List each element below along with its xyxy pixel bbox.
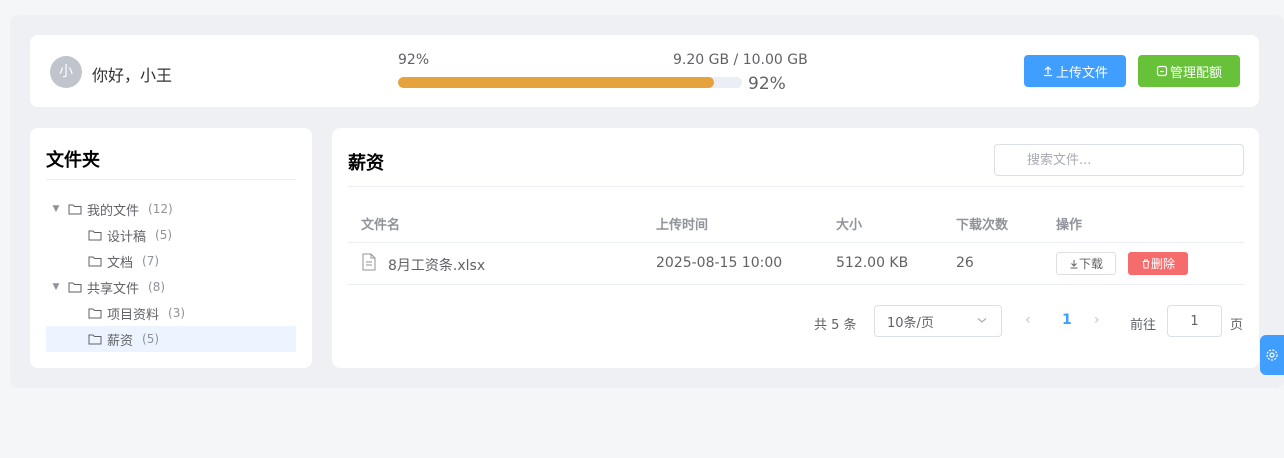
avatar[interactable]: 小 (50, 56, 82, 88)
tree-node-designs[interactable]: 设计稿 (5) (46, 222, 296, 248)
caret-down-icon[interactable]: ▼ (52, 282, 60, 292)
folder-icon (88, 256, 102, 267)
storage-size: 9.20 GB / 10.00 GB (673, 52, 808, 68)
page-number-current[interactable]: 1 (1062, 312, 1072, 328)
folder-icon (88, 230, 102, 241)
gear-icon (1266, 349, 1278, 361)
upload-icon (1043, 66, 1052, 77)
chevron-down-icon (977, 318, 987, 323)
file-uploaded-time: 2025-08-15 10:00 (656, 255, 783, 271)
search-input[interactable] (994, 144, 1244, 176)
header-card: 小 你好，小王 92% 9.20 GB / 10.00 GB 92% 上传文件 … (30, 35, 1259, 107)
file-list-panel: 薪资 文件名 上传时间 大小 下载次数 操作 8月工资条.xlsx 2025-0… (332, 128, 1259, 368)
quota-icon (1156, 65, 1168, 77)
pagination-total: 共 5 条 (814, 318, 857, 333)
column-header-name[interactable]: 文件名 (361, 214, 400, 233)
sidebar-divider (46, 179, 296, 180)
title-divider (348, 186, 1244, 187)
tree-node-shared-files[interactable]: ▼ 共享文件 (8) (46, 274, 296, 300)
folder-icon (88, 334, 102, 345)
prev-page-button[interactable]: ‹ (1025, 312, 1031, 328)
sidebar-title: 文件夹 (46, 150, 100, 171)
goto-label: 前往 (1130, 318, 1157, 333)
table-header-divider (348, 242, 1244, 243)
manage-quota-label: 管理配额 (1169, 65, 1222, 81)
upload-file-label: 上传文件 (1055, 65, 1108, 81)
file-name[interactable]: 8月工资条.xlsx (388, 255, 485, 275)
folder-sidebar: 文件夹 ▼ 我的文件 (12) 设计稿 (5) 文档 (7) ▼ 共享文件 (8… (30, 128, 312, 368)
tree-node-project-materials[interactable]: 项目资料 (3) (46, 300, 296, 326)
tree-node-label: 共享文件 (87, 281, 140, 297)
tree-node-label: 薪资 (107, 333, 134, 349)
tree-node-label: 我的文件 (87, 203, 140, 219)
upload-file-button[interactable]: 上传文件 (1024, 55, 1126, 87)
folder-icon (68, 282, 82, 293)
tree-node-count: (12) (148, 202, 173, 216)
download-button[interactable]: 下载 (1056, 252, 1116, 275)
tree-node-label: 文档 (107, 255, 134, 271)
tree-node-count: (5) (155, 228, 173, 242)
tree-node-label: 项目资料 (107, 307, 160, 323)
greeting-text: 你好，小王 (92, 66, 173, 85)
tree-node-documents[interactable]: 文档 (7) (46, 248, 296, 274)
file-download-count: 26 (956, 255, 974, 271)
column-header-size[interactable]: 大小 (836, 214, 862, 233)
download-icon (1070, 259, 1078, 268)
folder-icon (88, 308, 102, 319)
goto-page-input[interactable] (1167, 305, 1222, 337)
tree-node-count: (8) (148, 280, 166, 294)
storage-percent: 92% (398, 52, 430, 68)
folder-title: 薪资 (348, 153, 384, 174)
column-header-uploaded[interactable]: 上传时间 (656, 214, 708, 233)
settings-float-button[interactable] (1260, 335, 1284, 375)
storage-progress-fill (398, 77, 715, 88)
storage-progress-label: 92% (748, 74, 786, 94)
tree-node-count: (5) (142, 332, 160, 346)
tree-node-salary[interactable]: 薪资 (5) (46, 326, 296, 352)
trash-icon (1142, 259, 1150, 268)
next-page-button[interactable]: › (1094, 312, 1100, 328)
storage-progress-bar (398, 77, 742, 88)
page-size-select[interactable]: 10条/页 (874, 305, 1002, 337)
caret-down-icon[interactable]: ▼ (52, 204, 60, 214)
delete-label: 删除 (1150, 257, 1175, 271)
tree-node-label: 设计稿 (107, 229, 147, 245)
tree-node-count: (3) (168, 306, 186, 320)
tree-node-my-files[interactable]: ▼ 我的文件 (12) (46, 196, 296, 222)
file-size: 512.00 KB (836, 255, 909, 271)
page-size-value: 10条/页 (887, 315, 934, 331)
tree-node-count: (7) (142, 254, 160, 268)
file-icon (362, 253, 376, 271)
folder-icon (68, 204, 82, 215)
column-header-downloads[interactable]: 下载次数 (956, 214, 1008, 233)
goto-unit: 页 (1230, 318, 1244, 333)
delete-button[interactable]: 删除 (1128, 252, 1188, 275)
manage-quota-button[interactable]: 管理配额 (1138, 55, 1240, 87)
column-header-actions: 操作 (1056, 218, 1083, 233)
table-row-divider (348, 284, 1244, 285)
download-label: 下载 (1078, 257, 1103, 271)
